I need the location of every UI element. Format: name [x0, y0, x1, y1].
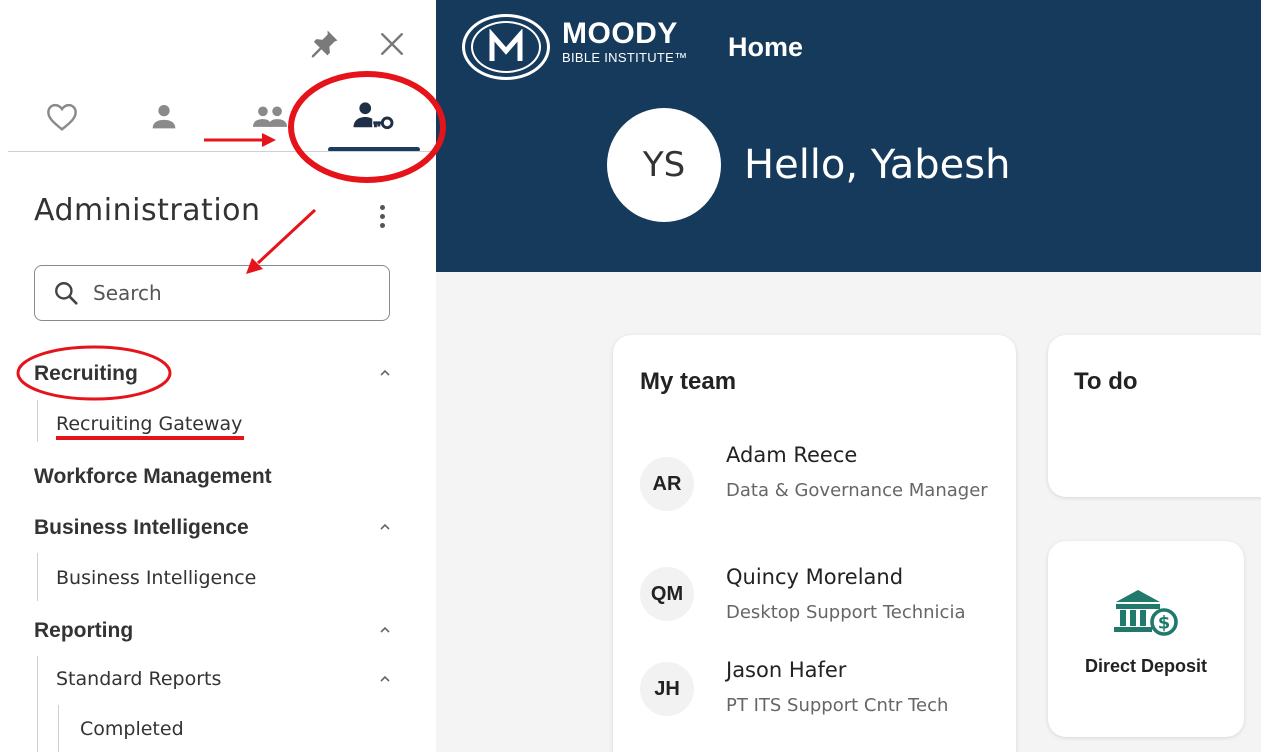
nav-section-reporting[interactable]: Reporting — [34, 619, 133, 643]
team-member-item[interactable]: JH Jason Hafer PT ITS Support Cntr Tech — [640, 656, 1000, 726]
brand-wordmark: MOODY BIBLE INSTITUTE™ — [562, 17, 688, 66]
tab-administration[interactable] — [344, 92, 404, 142]
tree-guide-line — [37, 400, 38, 442]
search-field[interactable] — [34, 265, 390, 321]
chevron-up-icon[interactable] — [378, 672, 392, 686]
m-logo-icon — [489, 29, 523, 61]
close-icon — [381, 33, 403, 55]
nav-section-workforce-management[interactable]: Workforce Management — [34, 465, 272, 489]
tree-guide-line — [37, 656, 38, 752]
tab-me[interactable] — [134, 92, 194, 142]
nav-section-business-intelligence[interactable]: Business Intelligence — [34, 516, 249, 540]
member-avatar: AR — [640, 457, 694, 511]
header-banner — [436, 0, 1261, 272]
nav-item-completed[interactable]: Completed — [80, 718, 184, 740]
brand-subtitle: BIBLE INSTITUTE™ — [562, 50, 688, 65]
member-name: Adam Reece — [726, 443, 858, 467]
sidebar-panel: Administration Recruiting Recruiting Gat… — [0, 0, 436, 752]
team-member-item[interactable]: QM Quincy Moreland Desktop Support Techn… — [640, 563, 1000, 633]
member-name: Jason Hafer — [726, 658, 847, 682]
chevron-up-icon[interactable] — [378, 520, 392, 534]
brand-name: MOODY — [562, 17, 678, 50]
pin-icon — [311, 30, 338, 58]
direct-deposit-card[interactable] — [1048, 541, 1244, 737]
my-team-title: My team — [640, 368, 737, 395]
sidebar-title: Administration — [34, 193, 261, 228]
svg-text:$: $ — [1158, 612, 1171, 633]
tab-favorites[interactable] — [32, 92, 92, 142]
direct-deposit-label: Direct Deposit — [1084, 656, 1208, 676]
team-member-item[interactable]: AR Adam Reece Data & Governance Manager — [640, 443, 1000, 543]
member-role: Data & Governance Manager — [726, 480, 988, 501]
person-key-icon — [353, 102, 394, 130]
page-title[interactable]: Home — [728, 32, 803, 63]
member-role: PT ITS Support Cntr Tech — [726, 695, 949, 716]
user-avatar[interactable]: YS — [607, 108, 721, 222]
greeting-text: Hello, Yabesh — [744, 142, 1011, 188]
close-button[interactable] — [372, 24, 412, 64]
search-icon — [55, 282, 78, 305]
tab-my-team[interactable] — [240, 92, 300, 142]
more-options-icon[interactable] — [370, 198, 394, 234]
chevron-up-icon[interactable] — [378, 623, 392, 637]
tree-guide-line — [58, 705, 59, 752]
moody-logo[interactable] — [462, 14, 550, 80]
member-avatar: QM — [640, 567, 694, 621]
pin-button[interactable] — [304, 24, 344, 64]
nav-item-business-intelligence[interactable]: Business Intelligence — [56, 567, 256, 589]
member-role: Desktop Support Technicia — [726, 602, 966, 623]
todo-title: To do — [1074, 368, 1138, 395]
tabs-divider — [8, 151, 436, 152]
todo-card — [1048, 335, 1261, 497]
heart-icon — [47, 103, 77, 131]
person-icon — [152, 104, 176, 129]
member-name: Quincy Moreland — [726, 565, 904, 589]
nav-section-recruiting[interactable]: Recruiting — [34, 362, 138, 386]
bank-dollar-icon: $ — [1114, 590, 1178, 636]
nav-item-standard-reports[interactable]: Standard Reports — [56, 668, 221, 690]
people-icon — [253, 106, 287, 127]
tree-guide-line — [37, 553, 38, 601]
search-input[interactable] — [93, 281, 353, 305]
nav-item-recruiting-gateway[interactable]: Recruiting Gateway — [56, 413, 242, 435]
chevron-up-icon[interactable] — [378, 366, 392, 380]
member-avatar: JH — [640, 662, 694, 716]
